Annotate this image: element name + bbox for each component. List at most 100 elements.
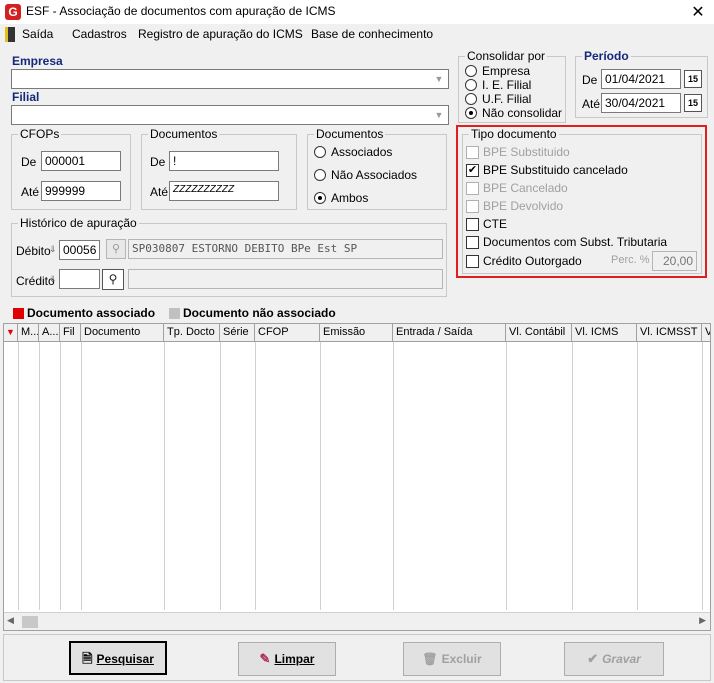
limpar-button[interactable]: ✎ Limpar — [238, 642, 336, 676]
grid-column-line — [255, 342, 256, 610]
checkbox-subst-tributaria-label: Documentos com Subst. Tributaria — [483, 235, 668, 249]
cfops-de-input[interactable]: 000001 — [41, 151, 121, 171]
exit-door-icon[interactable] — [5, 27, 15, 42]
radio-nao-consolidar-label: Não consolidar — [482, 106, 563, 120]
chevron-down-icon[interactable]: ▼ — [431, 71, 447, 87]
radio-ambos-label: Ambos — [331, 191, 369, 205]
checkbox-bpe-devolvido[interactable] — [466, 200, 479, 213]
lookup-arrow-icon: ⇓ — [49, 244, 57, 254]
radio-nao-associados[interactable] — [314, 169, 326, 181]
periodo-de-label: De — [582, 73, 598, 87]
checkbox-bpe-devolvido-label: BPE Devolvido — [483, 199, 564, 213]
binoculars-icon[interactable]: ⚲ — [106, 239, 126, 259]
col-header-fil[interactable]: Fil — [60, 324, 81, 342]
menu-base-conhecimento[interactable]: Base de conhecimento — [311, 27, 433, 41]
documentos-de-input[interactable]: ! — [169, 151, 279, 171]
debito-code-input[interactable]: 00056 — [59, 240, 100, 260]
checkbox-cte[interactable] — [466, 218, 479, 231]
radio-empresa-label: Empresa — [482, 64, 531, 78]
cfops-ate-input[interactable]: 999999 — [41, 181, 121, 201]
radio-empresa[interactable] — [465, 65, 477, 77]
credito-description — [128, 269, 443, 289]
radio-associados-label: Associados — [331, 145, 393, 159]
scroll-thumb[interactable] — [22, 616, 38, 628]
checkbox-bpe-cancelado[interactable] — [466, 182, 479, 195]
consolidar-title: Consolidar por — [465, 49, 548, 63]
search-document-icon: 🗎 — [82, 651, 93, 666]
chevron-down-icon[interactable]: ▼ — [431, 107, 447, 123]
radio-nao-associados-label: Não Associados — [331, 168, 418, 182]
grid-column-line — [572, 342, 573, 610]
scroll-right-icon[interactable]: ▶ — [699, 615, 706, 626]
documents-grid[interactable]: ▼ M... A... Fil Documento Tp. Docto Séri… — [3, 323, 711, 631]
checkbox-cte-label: CTE — [483, 217, 507, 231]
scroll-left-icon[interactable]: ◀ — [7, 615, 14, 626]
documentos-title: Documentos — [148, 127, 220, 141]
grid-column-line — [393, 342, 394, 610]
gravar-button[interactable]: ✔ Gravar — [564, 642, 664, 676]
pesquisar-button[interactable]: 🗎 Pesquisar — [69, 641, 167, 675]
radio-nao-consolidar[interactable] — [465, 107, 477, 119]
periodo-ate-input[interactable]: 30/04/2021 — [601, 93, 681, 113]
radio-associados[interactable] — [314, 146, 326, 158]
empresa-label: Empresa — [12, 54, 63, 68]
legend-nao-associado-swatch — [169, 308, 180, 319]
lookup-arrow-icon: ⇓ — [49, 274, 57, 284]
menu-saida[interactable]: Saída — [22, 27, 53, 41]
grid-column-line — [81, 342, 82, 610]
cfops-ate-label: Até — [21, 185, 40, 199]
menu-registro-apuracao[interactable]: Registro de apuração do ICMS — [138, 27, 303, 41]
radio-uf-filial-label: U.F. Filial — [482, 92, 532, 106]
checkbox-bpe-substituido[interactable] — [466, 146, 479, 159]
documentos-ate-label: Até — [150, 185, 169, 199]
perc-label: Perc. % — [611, 254, 650, 266]
radio-uf-filial[interactable] — [465, 93, 477, 105]
grid-column-line — [637, 342, 638, 610]
calendar-icon[interactable]: 15 — [684, 94, 702, 112]
checkbox-bpe-cancelado-label: BPE Cancelado — [483, 181, 568, 195]
col-header-documento[interactable]: Documento — [81, 324, 164, 342]
excluir-button[interactable]: 🗑 Excluir — [403, 642, 501, 676]
col-header-tp-docto[interactable]: Tp. Docto — [164, 324, 220, 342]
binoculars-icon[interactable]: ⚲ — [102, 269, 124, 290]
empresa-combo[interactable]: ▼ — [11, 69, 449, 89]
col-header-m[interactable]: M... — [18, 324, 39, 342]
col-header-vl-contabil[interactable]: Vl. Contábil — [506, 324, 572, 342]
grid-column-line — [164, 342, 165, 610]
grid-column-line — [320, 342, 321, 610]
cfops-title: CFOPs — [18, 127, 62, 141]
grid-column-line — [18, 342, 19, 610]
col-header-cfop[interactable]: CFOP — [255, 324, 320, 342]
radio-ambos[interactable] — [314, 192, 326, 204]
filial-combo[interactable]: ▼ — [11, 105, 449, 125]
col-header-entrada-saida[interactable]: Entrada / Saída — [393, 324, 506, 342]
legend-associado-swatch — [13, 308, 24, 319]
checkbox-bpe-substituido-label: BPE Substituido — [483, 145, 570, 159]
checkbox-credito-outorgado[interactable] — [466, 255, 479, 268]
documentos-ate-input[interactable]: ZZZZZZZZZZ — [169, 181, 279, 201]
col-header-emissao[interactable]: Emissão — [320, 324, 393, 342]
grid-column-line — [220, 342, 221, 610]
checkbox-credito-outorgado-label: Crédito Outorgado — [483, 254, 582, 268]
checkbox-bpe-substituido-cancelado-label: BPE Substituido cancelado — [483, 163, 628, 177]
credito-code-input[interactable] — [59, 269, 100, 289]
cfops-de-label: De — [21, 155, 37, 169]
col-header-v[interactable]: V — [702, 324, 710, 342]
horizontal-scrollbar[interactable]: ◀ ▶ — [4, 612, 710, 630]
check-icon: ✔ — [587, 651, 599, 666]
col-header-vl-icms[interactable]: Vl. ICMS — [572, 324, 637, 342]
periodo-de-input[interactable]: 01/04/2021 — [601, 69, 681, 89]
debito-label: Débito — [16, 244, 51, 258]
col-header-a[interactable]: A... — [39, 324, 60, 342]
calendar-icon[interactable]: 15 — [684, 70, 702, 88]
documentos-filtro-title: Documentos — [314, 127, 386, 141]
radio-ie-filial[interactable] — [465, 79, 477, 91]
close-icon[interactable]: ✕ — [688, 2, 708, 22]
col-header-serie[interactable]: Série — [220, 324, 255, 342]
checkbox-bpe-substituido-cancelado[interactable]: ✔ — [466, 164, 479, 177]
checkbox-subst-tributaria[interactable] — [466, 236, 479, 249]
debito-description: SP030807 ESTORNO DEBITO BPe Est SP — [128, 239, 443, 259]
perc-input[interactable]: 20,00 — [652, 251, 697, 271]
menu-cadastros[interactable]: Cadastros — [72, 27, 127, 41]
col-header-vl-icmsst[interactable]: Vl. ICMSST — [637, 324, 702, 342]
